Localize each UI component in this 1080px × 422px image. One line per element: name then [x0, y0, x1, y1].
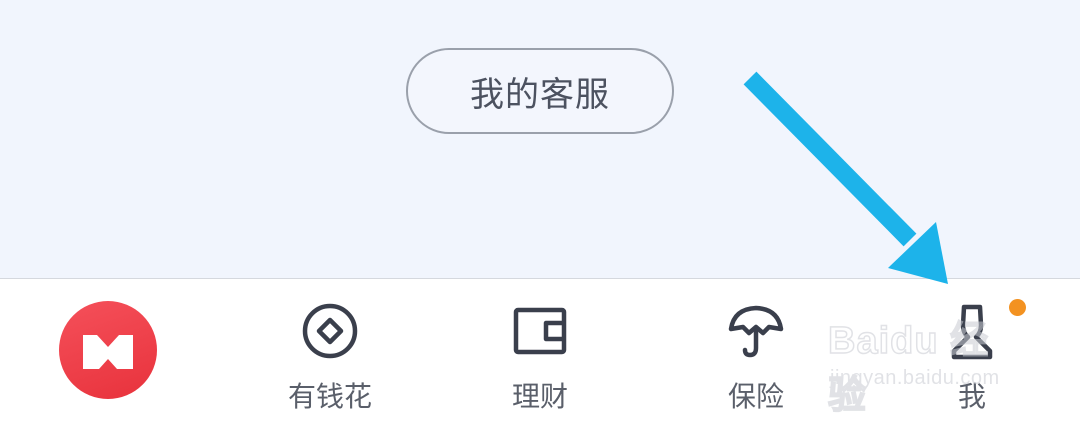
tab-me[interactable]: 我	[892, 279, 1052, 422]
tab-me-label: 我	[957, 380, 986, 413]
coin-icon	[302, 303, 358, 359]
umbrella-icon	[728, 305, 784, 358]
notification-dot	[1009, 299, 1026, 316]
person-icon	[951, 304, 993, 360]
tab-home-logo[interactable]	[59, 301, 157, 399]
content-area: 我的客服	[0, 0, 1080, 278]
tab-insurance[interactable]: 保险	[676, 279, 836, 422]
wallet-icon	[513, 307, 567, 355]
tab-insurance-label: 保险	[727, 380, 784, 413]
customer-service-button[interactable]: 我的客服	[406, 48, 674, 134]
brand-book-logo-icon	[83, 335, 133, 369]
tab-finance[interactable]: 理财	[460, 279, 620, 422]
tab-borrow[interactable]: 有钱花	[250, 279, 410, 422]
tab-finance-label: 理财	[511, 380, 568, 413]
bottom-tab-bar: 有钱花 理财 保险 我 Baidu 经验 jingyan.baidu.com	[0, 278, 1080, 422]
customer-service-label: 我的客服	[470, 74, 610, 115]
tab-borrow-label: 有钱花	[287, 380, 372, 413]
